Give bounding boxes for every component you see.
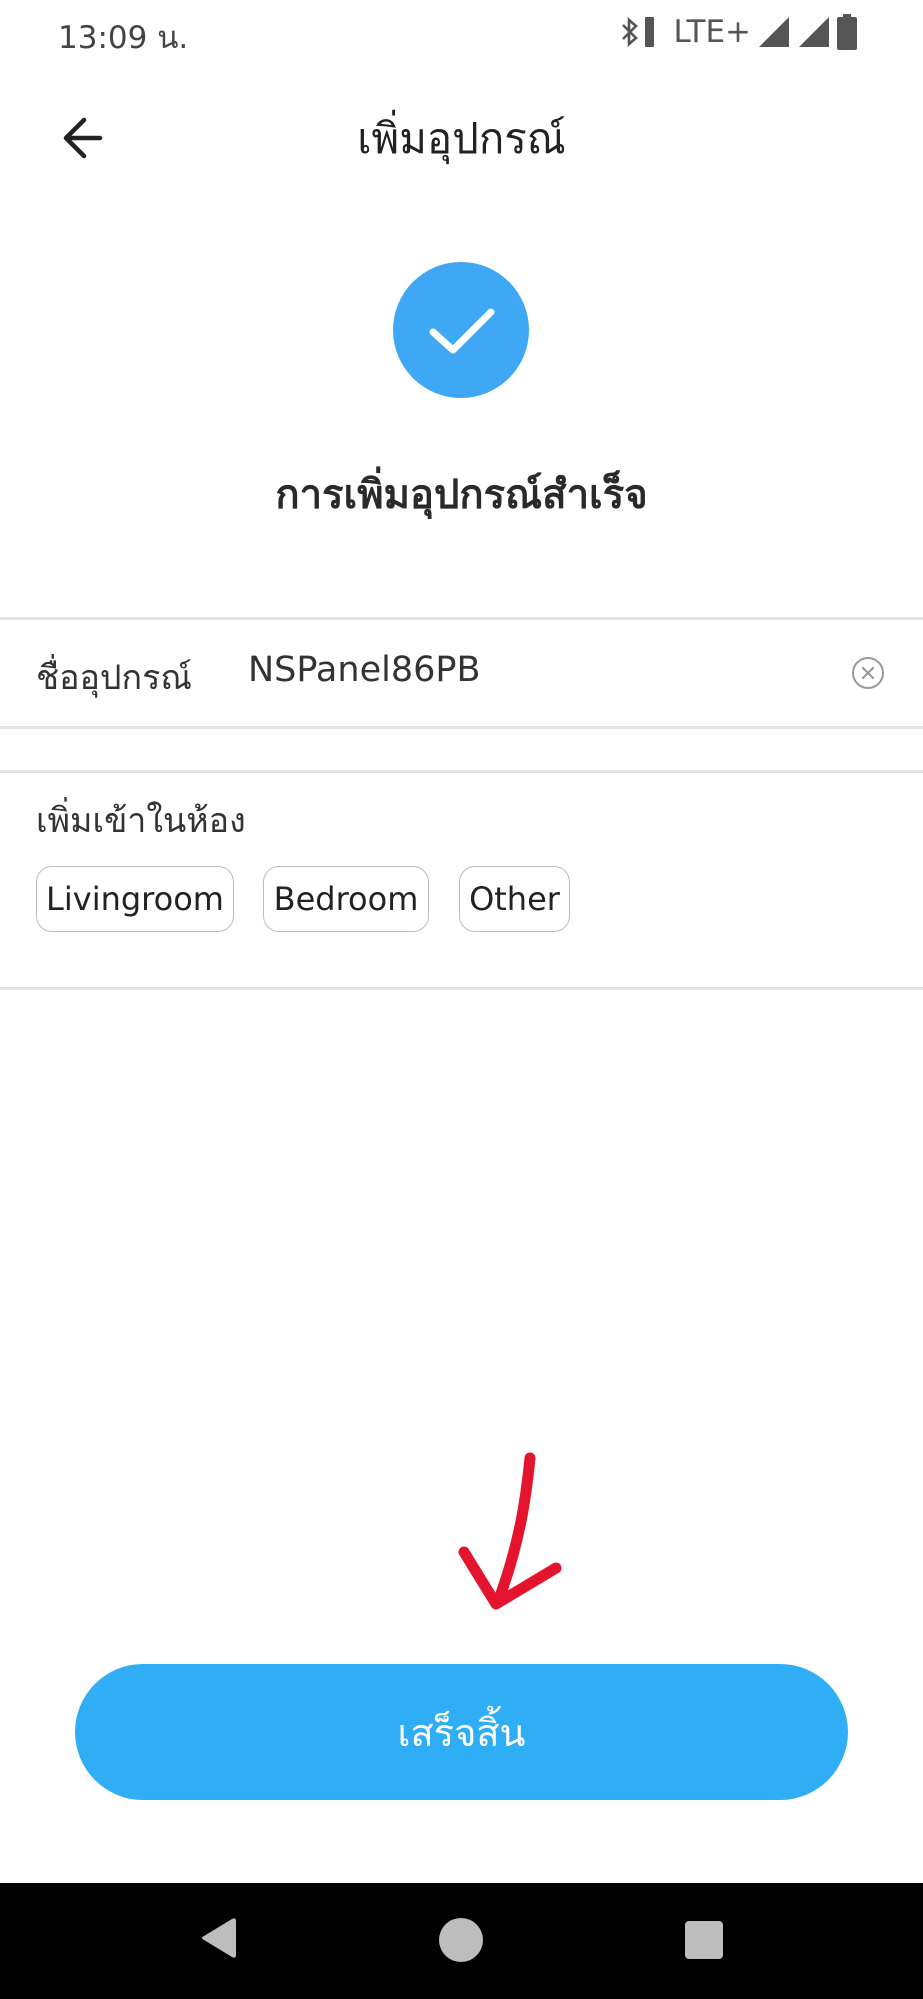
- signal-icon: [799, 17, 829, 47]
- page-title: เพิ่มอุปกรณ์: [357, 114, 566, 163]
- room-chip-bedroom[interactable]: Bedroom: [263, 866, 429, 932]
- room-label: เพิ่มเข้าในห้อง: [36, 801, 246, 841]
- nav-home-icon[interactable]: [439, 1918, 483, 1962]
- finish-button[interactable]: เสร็จสิ้น: [75, 1664, 848, 1800]
- divider: [0, 987, 923, 990]
- divider: [0, 770, 923, 773]
- divider: [0, 617, 923, 620]
- status-icons: LTE+: [621, 14, 857, 50]
- signal-icon: [759, 17, 789, 47]
- status-bar: 13:09 น. LTE+: [0, 0, 923, 66]
- success-message: การเพิ่มอุปกรณ์สำเร็จ: [275, 472, 648, 518]
- check-icon: [429, 308, 495, 354]
- vibrate-bar: [644, 17, 654, 47]
- network-type: LTE+: [673, 14, 752, 50]
- device-name-input[interactable]: NSPanel86PB: [248, 650, 480, 690]
- bluetooth-icon: [621, 17, 638, 47]
- battery-icon: [837, 14, 857, 50]
- success-badge: [393, 262, 529, 398]
- room-chip-other[interactable]: Other: [459, 866, 570, 932]
- nav-recents-icon[interactable]: [685, 1921, 723, 1959]
- status-time: 13:09 น.: [58, 20, 189, 56]
- device-name-label: ชื่ออุปกรณ์: [36, 658, 192, 698]
- divider: [0, 726, 923, 729]
- annotation-arrow-icon: [458, 1452, 562, 1610]
- room-chip-livingroom[interactable]: Livingroom: [36, 866, 234, 932]
- clear-button[interactable]: [851, 656, 885, 690]
- nav-back-icon[interactable]: [196, 1915, 242, 1961]
- clear-icon: [852, 657, 884, 689]
